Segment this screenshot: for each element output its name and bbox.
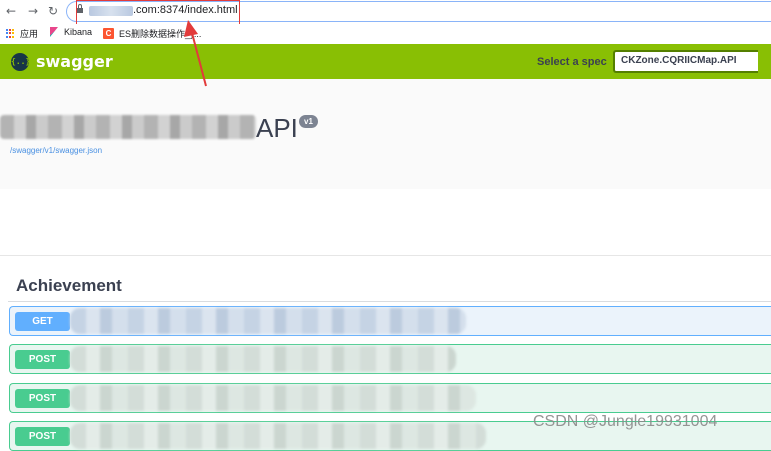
- watermark: CSDN @Jungle19931004: [533, 413, 718, 430]
- annotation-arrow: [184, 20, 207, 87]
